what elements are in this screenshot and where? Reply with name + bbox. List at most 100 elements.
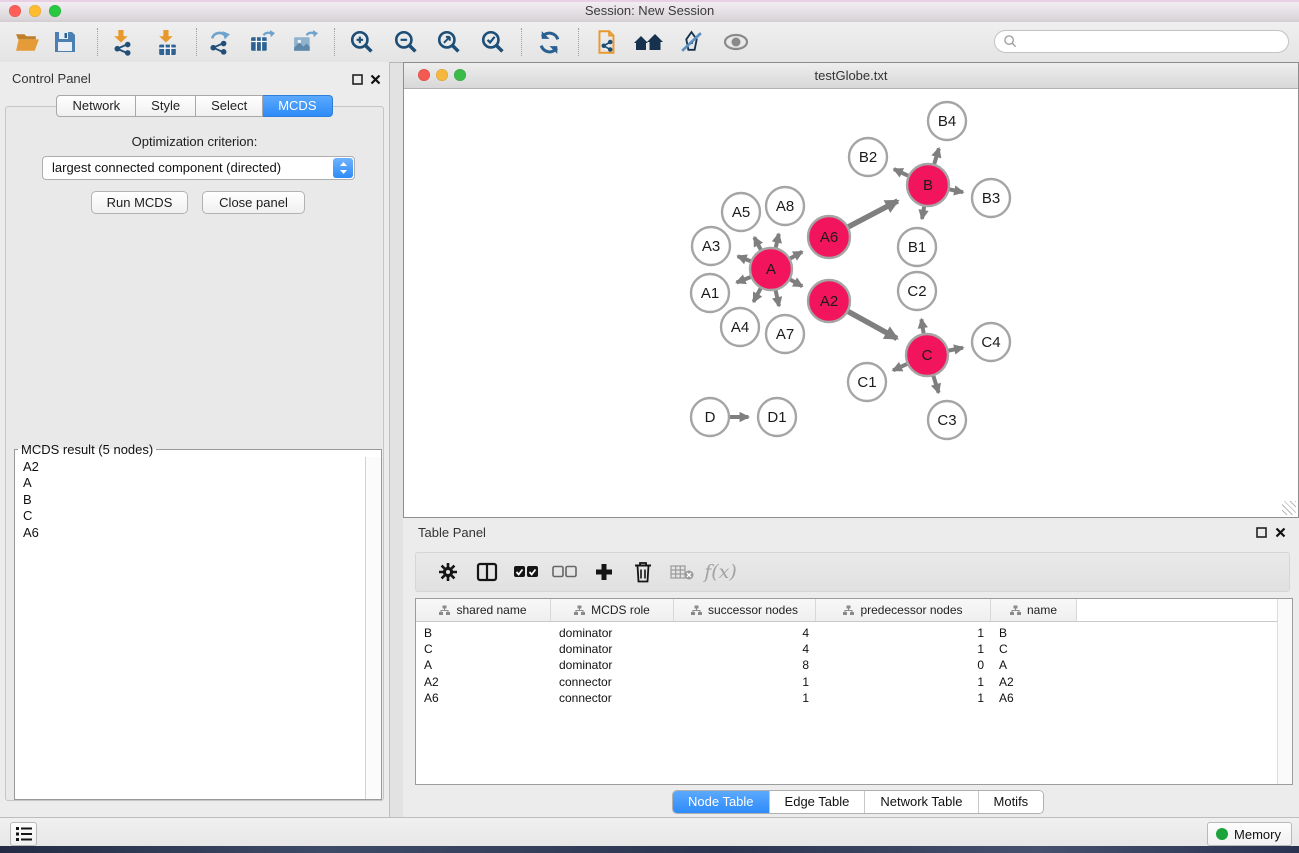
cell-shared-name[interactable]: B bbox=[416, 625, 551, 641]
graph-node-a7[interactable]: A7 bbox=[766, 315, 804, 353]
add-column-button[interactable] bbox=[584, 562, 623, 582]
graph-node-c3[interactable]: C3 bbox=[928, 401, 966, 439]
tab-select[interactable]: Select bbox=[196, 95, 263, 117]
float-panel-icon[interactable] bbox=[1255, 526, 1267, 538]
window-resize-grip[interactable] bbox=[1282, 501, 1296, 515]
result-item-a[interactable]: A bbox=[17, 475, 363, 491]
graph-node-b4[interactable]: B4 bbox=[928, 102, 966, 140]
close-panel-icon[interactable] bbox=[1274, 526, 1286, 538]
graph-node-a[interactable]: A bbox=[750, 248, 792, 290]
graph-node-a8[interactable]: A8 bbox=[766, 187, 804, 225]
result-item-a6[interactable]: A6 bbox=[17, 525, 363, 541]
zoom-out-button[interactable] bbox=[389, 26, 423, 58]
network-graph[interactable]: B4B2BB3A5A8A6A3B1AA1C2A2A4A7C4CC1C3DD1 bbox=[404, 88, 1298, 516]
run-mcds-button[interactable]: Run MCDS bbox=[91, 191, 188, 214]
zoom-traffic-light[interactable] bbox=[454, 69, 466, 81]
cell-mcds-role[interactable]: connector bbox=[551, 690, 674, 706]
graph-node-b2[interactable]: B2 bbox=[849, 138, 887, 176]
cell-name[interactable]: B bbox=[991, 625, 1077, 641]
tab-mcds[interactable]: MCDS bbox=[263, 95, 332, 117]
cell-predecessor-nodes[interactable]: 1 bbox=[816, 690, 991, 706]
tab-motifs[interactable]: Motifs bbox=[978, 791, 1044, 813]
cell-predecessor-nodes[interactable]: 1 bbox=[816, 674, 991, 690]
result-item-c[interactable]: C bbox=[17, 508, 363, 524]
column-header-predecessor-nodes[interactable]: predecessor nodes bbox=[816, 599, 991, 621]
cell-shared-name[interactable]: A bbox=[416, 657, 551, 673]
result-item-a2[interactable]: A2 bbox=[17, 459, 363, 475]
graph-node-c[interactable]: C bbox=[906, 334, 948, 376]
table-row-a6[interactable]: A6connector11A6 bbox=[416, 690, 1278, 706]
cell-mcds-role[interactable]: dominator bbox=[551, 641, 674, 657]
network-window-titlebar[interactable]: testGlobe.txt bbox=[404, 63, 1298, 89]
close-traffic-light[interactable] bbox=[418, 69, 430, 81]
new-network-button[interactable] bbox=[590, 26, 624, 58]
zoom-traffic-light[interactable] bbox=[49, 5, 61, 17]
cell-successor-nodes[interactable]: 8 bbox=[674, 657, 816, 673]
home-reset-layout-button[interactable] bbox=[631, 26, 665, 58]
graph-node-c2[interactable]: C2 bbox=[898, 272, 936, 310]
graph-node-d1[interactable]: D1 bbox=[758, 398, 796, 436]
cell-mcds-role[interactable]: dominator bbox=[551, 657, 674, 673]
cell-shared-name[interactable]: C bbox=[416, 641, 551, 657]
float-panel-icon[interactable] bbox=[351, 73, 363, 85]
search-field[interactable] bbox=[994, 30, 1289, 53]
graph-node-b3[interactable]: B3 bbox=[972, 179, 1010, 217]
refresh-view-button[interactable] bbox=[532, 26, 566, 58]
minimize-traffic-light[interactable] bbox=[29, 5, 41, 17]
table-row-b[interactable]: Bdominator41B bbox=[416, 625, 1278, 641]
graph-node-a1[interactable]: A1 bbox=[691, 274, 729, 312]
show-columns-button[interactable] bbox=[467, 561, 506, 583]
cell-mcds-role[interactable]: connector bbox=[551, 674, 674, 690]
tab-node-table[interactable]: Node Table bbox=[673, 791, 769, 813]
graph-node-a4[interactable]: A4 bbox=[721, 308, 759, 346]
zoom-selected-button[interactable] bbox=[476, 26, 510, 58]
close-traffic-light[interactable] bbox=[9, 5, 21, 17]
column-header-name[interactable]: name bbox=[991, 599, 1077, 621]
export-image-button[interactable] bbox=[287, 26, 321, 58]
export-network-button[interactable] bbox=[202, 26, 236, 58]
tab-style[interactable]: Style bbox=[136, 95, 196, 117]
table-settings-button[interactable] bbox=[428, 561, 467, 583]
cell-shared-name[interactable]: A6 bbox=[416, 690, 551, 706]
cell-mcds-role[interactable]: dominator bbox=[551, 625, 674, 641]
column-header-successor-nodes[interactable]: successor nodes bbox=[674, 599, 816, 621]
graph-node-d[interactable]: D bbox=[691, 398, 729, 436]
cell-predecessor-nodes[interactable]: 0 bbox=[816, 657, 991, 673]
task-history-button[interactable] bbox=[10, 822, 37, 846]
cell-name[interactable]: A2 bbox=[991, 674, 1077, 690]
cell-predecessor-nodes[interactable]: 1 bbox=[816, 625, 991, 641]
column-header-shared-name[interactable]: shared name bbox=[416, 599, 551, 621]
hide-style-button[interactable] bbox=[674, 26, 708, 58]
import-network-button[interactable] bbox=[105, 26, 139, 58]
select-all-button[interactable] bbox=[506, 565, 545, 579]
save-session-button[interactable] bbox=[48, 26, 82, 58]
graph-node-a5[interactable]: A5 bbox=[722, 193, 760, 231]
column-header-mcds-role[interactable]: MCDS role bbox=[551, 599, 674, 621]
graph-node-c4[interactable]: C4 bbox=[972, 323, 1010, 361]
memory-button[interactable]: Memory bbox=[1207, 822, 1292, 846]
table-row-c[interactable]: Cdominator41C bbox=[416, 641, 1278, 657]
result-item-b[interactable]: B bbox=[17, 492, 363, 508]
graph-node-a3[interactable]: A3 bbox=[692, 227, 730, 265]
cell-successor-nodes[interactable]: 4 bbox=[674, 641, 816, 657]
open-session-button[interactable] bbox=[10, 26, 44, 58]
optimization-criterion-dropdown[interactable]: largest connected component (directed) bbox=[42, 156, 355, 180]
cell-name[interactable]: C bbox=[991, 641, 1077, 657]
cell-predecessor-nodes[interactable]: 1 bbox=[816, 641, 991, 657]
zoom-in-button[interactable] bbox=[345, 26, 379, 58]
cell-name[interactable]: A bbox=[991, 657, 1077, 673]
cell-successor-nodes[interactable]: 4 bbox=[674, 625, 816, 641]
table-scrollbar[interactable] bbox=[1277, 599, 1292, 784]
close-panel-icon[interactable] bbox=[369, 73, 381, 85]
minimize-traffic-light[interactable] bbox=[436, 69, 448, 81]
deselect-all-button[interactable] bbox=[545, 565, 584, 579]
cell-successor-nodes[interactable]: 1 bbox=[674, 674, 816, 690]
cell-shared-name[interactable]: A2 bbox=[416, 674, 551, 690]
graph-node-a6[interactable]: A6 bbox=[808, 216, 850, 258]
table-row-a2[interactable]: A2connector11A2 bbox=[416, 674, 1278, 690]
search-input[interactable] bbox=[1023, 33, 1288, 50]
result-scrollbar[interactable] bbox=[365, 457, 381, 799]
cell-name[interactable]: A6 bbox=[991, 690, 1077, 706]
graph-node-b1[interactable]: B1 bbox=[898, 228, 936, 266]
tab-network[interactable]: Network bbox=[56, 95, 136, 117]
